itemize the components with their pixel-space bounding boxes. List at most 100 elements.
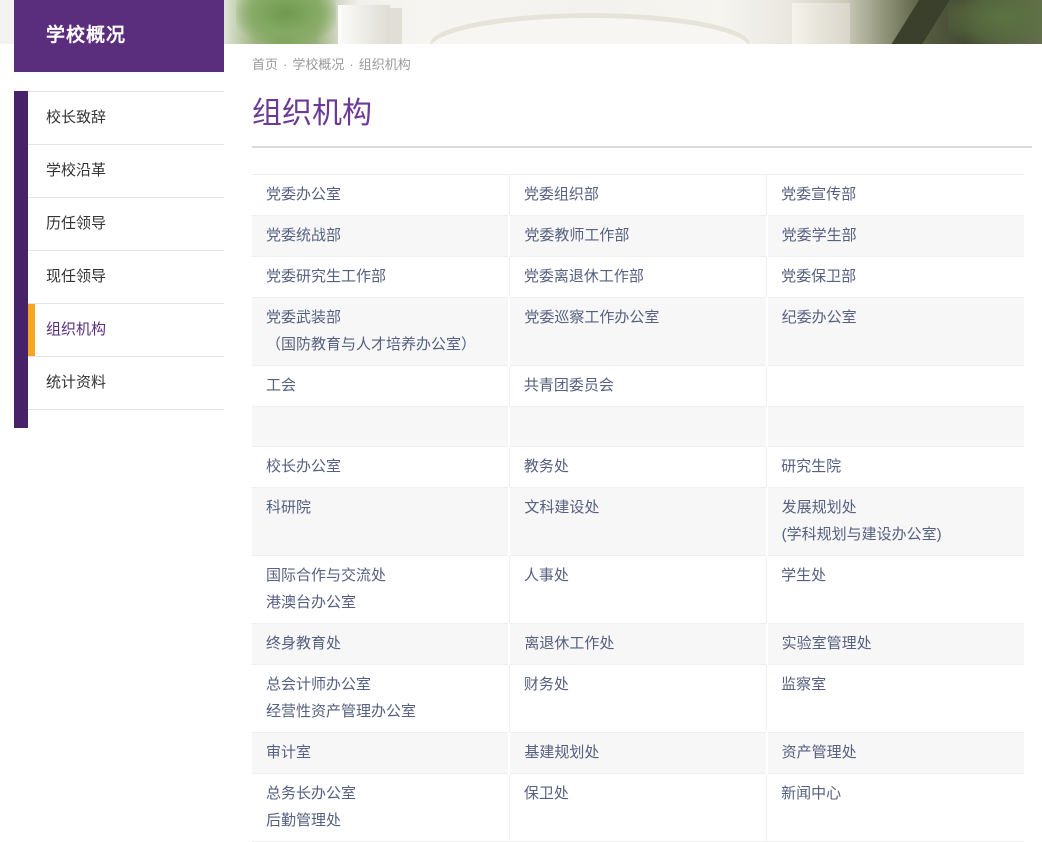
- department-link[interactable]: 党委统战部: [266, 226, 494, 246]
- department-link[interactable]: (学科规划与建设办公室): [782, 525, 1010, 545]
- department-link[interactable]: 保卫处: [524, 784, 752, 804]
- table-row: 校长办公室 教务处 研究生院: [252, 447, 1024, 488]
- department-link[interactable]: 党委办公室: [266, 185, 495, 205]
- org-cell: 基建规划处: [509, 733, 766, 774]
- department-link[interactable]: 党委教师工作部: [524, 226, 751, 246]
- table-row: 党委办公室 党委组织部 党委宣传部: [252, 175, 1024, 216]
- department-link[interactable]: 党委组织部: [524, 185, 752, 205]
- department-link[interactable]: 工会: [266, 376, 495, 396]
- org-cell: 离退休工作处: [509, 624, 766, 665]
- org-cell: 科研院: [252, 488, 509, 556]
- sidebar-item-link[interactable]: 学校沿革: [28, 145, 224, 198]
- org-cell: 新闻中心: [767, 774, 1024, 842]
- department-link[interactable]: 文科建设处: [524, 498, 751, 518]
- department-link[interactable]: 教务处: [524, 457, 752, 477]
- department-link[interactable]: 党委研究生工作部: [266, 267, 495, 287]
- department-link[interactable]: 离退休工作处: [524, 634, 751, 654]
- sidebar-item-label: 校长致辞: [46, 109, 106, 126]
- department-link[interactable]: 经营性资产管理办公室: [266, 702, 495, 722]
- department-link[interactable]: 财务处: [524, 675, 752, 695]
- breadcrumb-separator: ·: [283, 57, 287, 72]
- department-link[interactable]: 科研院: [266, 498, 494, 518]
- department-link[interactable]: 总务长办公室: [266, 784, 495, 804]
- org-cell: 党委教师工作部: [509, 216, 766, 257]
- department-link[interactable]: 校长办公室: [266, 457, 495, 477]
- org-cell-empty: [767, 366, 1024, 407]
- banner-gate-arch: [430, 13, 750, 44]
- department-link[interactable]: 总会计师办公室: [266, 675, 495, 695]
- department-link[interactable]: （国防教育与人才培养办公室）: [266, 335, 494, 355]
- org-cell-empty: [509, 407, 766, 447]
- banner-left-foliage: [236, 0, 336, 44]
- org-cell: 总会计师办公室经营性资产管理办公室: [252, 665, 509, 733]
- table-row: 总务长办公室后勤管理处保卫处新闻中心: [252, 774, 1024, 842]
- table-row: 党委统战部 党委教师工作部 党委学生部: [252, 216, 1024, 257]
- department-link[interactable]: 共青团委员会: [524, 376, 752, 396]
- table-row: 总会计师办公室经营性资产管理办公室财务处监察室: [252, 665, 1024, 733]
- department-link[interactable]: 纪委办公室: [782, 308, 1010, 328]
- department-link[interactable]: 港澳台办公室: [266, 593, 495, 613]
- department-link[interactable]: 党委宣传部: [781, 185, 1010, 205]
- org-cell: 文科建设处: [509, 488, 766, 556]
- department-link[interactable]: 发展规划处: [782, 498, 1010, 518]
- org-cell: 研究生院: [767, 447, 1024, 488]
- sidebar-item-link[interactable]: 校长致辞: [28, 92, 224, 145]
- sidebar-accent-strip: [14, 91, 28, 428]
- org-cell-empty: [252, 407, 509, 447]
- department-link[interactable]: 审计室: [266, 743, 494, 763]
- org-cell: 党委办公室: [252, 175, 509, 216]
- org-cell: 纪委办公室: [767, 298, 1024, 366]
- sidebar-item-link[interactable]: 统计资料: [28, 357, 224, 410]
- department-link[interactable]: 党委离退休工作部: [524, 267, 752, 287]
- banner-right-foliage: [948, 0, 1042, 44]
- sidebar-item-label: 现任领导: [46, 268, 106, 285]
- department-link[interactable]: 党委保卫部: [781, 267, 1010, 287]
- breadcrumb-link[interactable]: 学校概况: [292, 57, 344, 72]
- table-row: 国际合作与交流处港澳台办公室 人事处 学生处: [252, 556, 1024, 624]
- department-link[interactable]: 实验室管理处: [782, 634, 1010, 654]
- department-link[interactable]: 资产管理处: [782, 743, 1010, 763]
- org-cell: 监察室: [767, 665, 1024, 733]
- org-cell: 总务长办公室后勤管理处: [252, 774, 509, 842]
- table-row: 终身教育处 离退休工作处 实验室管理处: [252, 624, 1024, 665]
- department-link[interactable]: 基建规划处: [524, 743, 751, 763]
- org-cell: 终身教育处: [252, 624, 509, 665]
- org-cell: 共青团委员会: [509, 366, 766, 407]
- sidebar-item-label: 历任领导: [46, 215, 106, 232]
- page-title: 组织机构: [252, 94, 1032, 134]
- breadcrumb-separator: ·: [349, 57, 353, 72]
- org-cell: 资产管理处: [767, 733, 1024, 774]
- department-link[interactable]: 党委武装部: [266, 308, 494, 328]
- table-row: [252, 407, 1024, 447]
- org-cell-empty: [767, 407, 1024, 447]
- org-cell: 财务处: [509, 665, 766, 733]
- breadcrumb-link[interactable]: 首页: [252, 57, 278, 72]
- department-link[interactable]: 国际合作与交流处: [266, 566, 495, 586]
- sidebar-body: 校长致辞学校沿革历任领导现任领导组织机构统计资料: [14, 91, 224, 410]
- table-row: 工会 共青团委员会: [252, 366, 1024, 407]
- department-link[interactable]: 学生处: [781, 566, 1010, 586]
- org-cell: 校长办公室: [252, 447, 509, 488]
- table-row: 审计室 基建规划处 资产管理处: [252, 733, 1024, 774]
- org-cell: 党委巡察工作办公室: [509, 298, 766, 366]
- org-table-body: 党委办公室 党委组织部 党委宣传部党委统战部 党委教师工作部 党委学生部党委研究生工作部…: [252, 175, 1024, 842]
- department-link[interactable]: 终身教育处: [266, 634, 494, 654]
- org-cell: 党委离退休工作部: [509, 257, 766, 298]
- department-link[interactable]: 人事处: [524, 566, 752, 586]
- banner-gate-pillar-left: [338, 5, 390, 44]
- department-link[interactable]: 后勤管理处: [266, 811, 495, 831]
- department-link[interactable]: 监察室: [781, 675, 1010, 695]
- sidebar-item-label: 组织机构: [46, 321, 106, 338]
- department-link[interactable]: 新闻中心: [781, 784, 1010, 804]
- sidebar-item-link[interactable]: 历任领导: [28, 198, 224, 251]
- department-link[interactable]: 党委学生部: [782, 226, 1010, 246]
- breadcrumb-link[interactable]: 组织机构: [359, 57, 411, 72]
- org-cell: 党委保卫部: [767, 257, 1024, 298]
- department-link[interactable]: 党委巡察工作办公室: [524, 308, 751, 328]
- sidebar-item-link[interactable]: 现任领导: [28, 251, 224, 304]
- org-cell: 党委宣传部: [767, 175, 1024, 216]
- table-row: 科研院 文科建设处 发展规划处 (学科规划与建设办公室): [252, 488, 1024, 556]
- department-link[interactable]: 研究生院: [781, 457, 1010, 477]
- sidebar-item-active[interactable]: 组织机构: [28, 304, 224, 357]
- org-table: 党委办公室 党委组织部 党委宣传部党委统战部 党委教师工作部 党委学生部党委研究生工作部…: [252, 174, 1024, 842]
